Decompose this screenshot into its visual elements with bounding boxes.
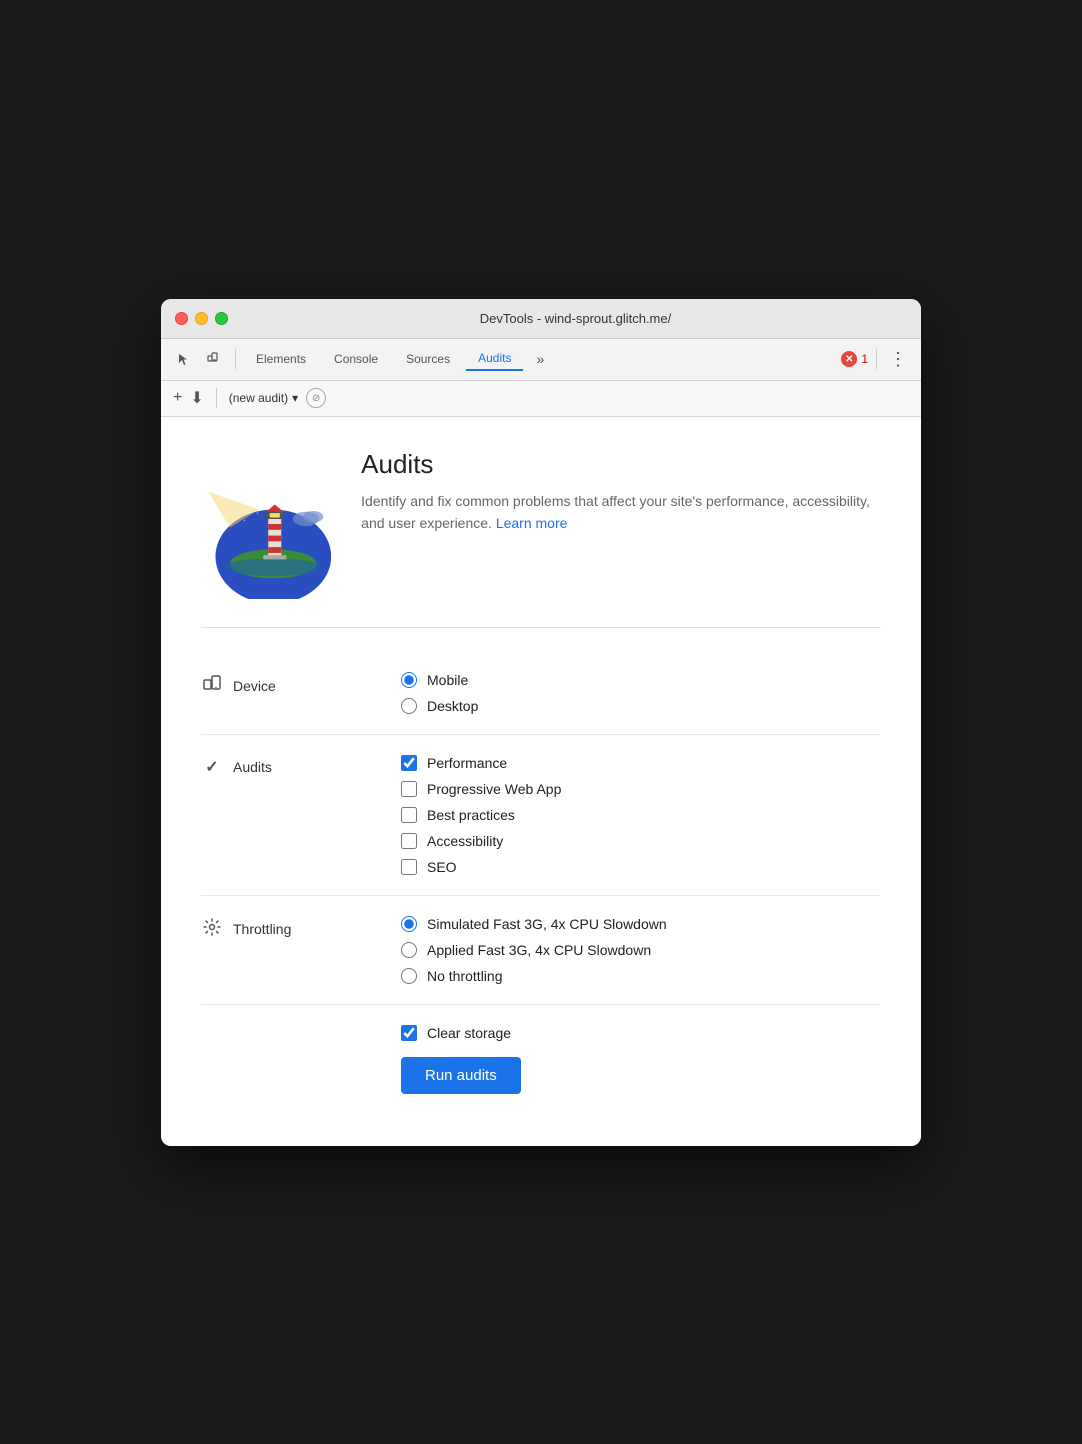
toolbar-divider-1: [235, 349, 236, 369]
clear-storage-checkbox[interactable]: [401, 1025, 417, 1041]
more-options-btn[interactable]: ⋮: [885, 349, 911, 370]
device-mobile-option[interactable]: Mobile: [401, 672, 881, 688]
error-badge: ✕ 1: [841, 351, 868, 367]
throttling-applied-option[interactable]: Applied Fast 3G, 4x CPU Slowdown: [401, 942, 881, 958]
hero-description: Identify and fix common problems that af…: [361, 490, 881, 535]
audit-accessibility-option[interactable]: Accessibility: [401, 833, 881, 849]
audit-performance-label: Performance: [427, 755, 507, 771]
throttling-label: Throttling: [201, 916, 401, 941]
sub-toolbar: + ⬇ (new audit) ▾ ⊘: [161, 381, 921, 417]
tab-audits[interactable]: Audits: [466, 347, 523, 371]
tab-console[interactable]: Console: [322, 348, 390, 370]
device-desktop-radio[interactable]: [401, 698, 417, 714]
error-count: 1: [861, 352, 868, 366]
audit-pwa-option[interactable]: Progressive Web App: [401, 781, 881, 797]
throttling-none-radio[interactable]: [401, 968, 417, 984]
audits-label: ✓ Audits: [201, 755, 401, 777]
traffic-lights: [175, 312, 228, 325]
tab-sources[interactable]: Sources: [394, 348, 462, 370]
hero-text: Audits Identify and fix common problems …: [361, 449, 881, 535]
audits-options: Performance Progressive Web App Best pra…: [401, 755, 881, 875]
error-x-icon: ✕: [845, 354, 853, 365]
audit-pwa-label: Progressive Web App: [427, 781, 561, 797]
add-audit-btn[interactable]: +: [173, 389, 182, 407]
devtools-toolbar: Elements Console Sources Audits » ✕ 1 ⋮: [161, 339, 921, 381]
audit-best-practices-label: Best practices: [427, 807, 515, 823]
learn-more-link[interactable]: Learn more: [496, 515, 568, 531]
audit-accessibility-label: Accessibility: [427, 833, 503, 849]
device-desktop-label: Desktop: [427, 698, 478, 714]
audits-check-icon: ✓: [201, 757, 223, 777]
device-icon-btn[interactable]: [201, 346, 227, 372]
audits-section: ✓ Audits Performance Progressive Web App…: [201, 735, 881, 896]
download-btn[interactable]: ⬇: [190, 388, 203, 408]
lighthouse-illustration: [201, 449, 331, 599]
cancel-audit-btn[interactable]: ⊘: [306, 388, 326, 408]
audit-seo-option[interactable]: SEO: [401, 859, 881, 875]
error-dot: ✕: [841, 351, 857, 367]
throttling-section: Throttling Simulated Fast 3G, 4x CPU Slo…: [201, 896, 881, 1005]
device-label: Device: [201, 672, 401, 699]
audit-performance-option[interactable]: Performance: [401, 755, 881, 771]
run-audits-button[interactable]: Run audits: [401, 1057, 521, 1094]
device-mobile-radio[interactable]: [401, 672, 417, 688]
main-content: Audits Identify and fix common problems …: [161, 417, 921, 1146]
hero-section: Audits Identify and fix common problems …: [201, 449, 881, 628]
device-section: Device Mobile Desktop: [201, 652, 881, 735]
devtools-window: DevTools - wind-sprout.glitch.me/ Elemen…: [161, 299, 921, 1146]
audit-seo-checkbox[interactable]: [401, 859, 417, 875]
throttling-applied-radio[interactable]: [401, 942, 417, 958]
more-tabs-btn[interactable]: »: [527, 346, 553, 372]
gear-icon: [201, 918, 223, 941]
device-mobile-label: Mobile: [427, 672, 468, 688]
cancel-icon: ⊘: [312, 393, 320, 404]
clear-storage-label: Clear storage: [427, 1025, 511, 1041]
sub-toolbar-divider: [216, 388, 217, 408]
audit-name-label: (new audit): [229, 391, 288, 405]
audit-name-select[interactable]: (new audit) ▾: [229, 391, 298, 405]
throttling-none-label: No throttling: [427, 968, 502, 984]
audit-best-practices-option[interactable]: Best practices: [401, 807, 881, 823]
device-icon: [201, 674, 223, 699]
throttling-simulated-option[interactable]: Simulated Fast 3G, 4x CPU Slowdown: [401, 916, 881, 932]
audit-accessibility-checkbox[interactable]: [401, 833, 417, 849]
throttling-applied-label: Applied Fast 3G, 4x CPU Slowdown: [427, 942, 651, 958]
throttling-none-option[interactable]: No throttling: [401, 968, 881, 984]
throttling-simulated-label: Simulated Fast 3G, 4x CPU Slowdown: [427, 916, 667, 932]
throttling-simulated-radio[interactable]: [401, 916, 417, 932]
dropdown-icon: ▾: [292, 391, 298, 405]
audits-label-text: Audits: [233, 759, 272, 775]
clear-storage-option[interactable]: Clear storage: [401, 1025, 881, 1041]
maximize-button[interactable]: [215, 312, 228, 325]
bottom-section: Clear storage Run audits: [201, 1005, 881, 1114]
throttling-label-text: Throttling: [233, 921, 291, 937]
close-button[interactable]: [175, 312, 188, 325]
device-desktop-option[interactable]: Desktop: [401, 698, 881, 714]
title-bar: DevTools - wind-sprout.glitch.me/: [161, 299, 921, 339]
device-options: Mobile Desktop: [401, 672, 881, 714]
throttling-options: Simulated Fast 3G, 4x CPU Slowdown Appli…: [401, 916, 881, 984]
cursor-icon-btn[interactable]: [171, 346, 197, 372]
tab-elements[interactable]: Elements: [244, 348, 318, 370]
audit-performance-checkbox[interactable]: [401, 755, 417, 771]
hero-title: Audits: [361, 449, 881, 480]
window-title: DevTools - wind-sprout.glitch.me/: [244, 311, 907, 326]
toolbar-divider-2: [876, 349, 877, 369]
audit-best-practices-checkbox[interactable]: [401, 807, 417, 823]
minimize-button[interactable]: [195, 312, 208, 325]
audit-seo-label: SEO: [427, 859, 457, 875]
device-label-text: Device: [233, 678, 276, 694]
audit-pwa-checkbox[interactable]: [401, 781, 417, 797]
